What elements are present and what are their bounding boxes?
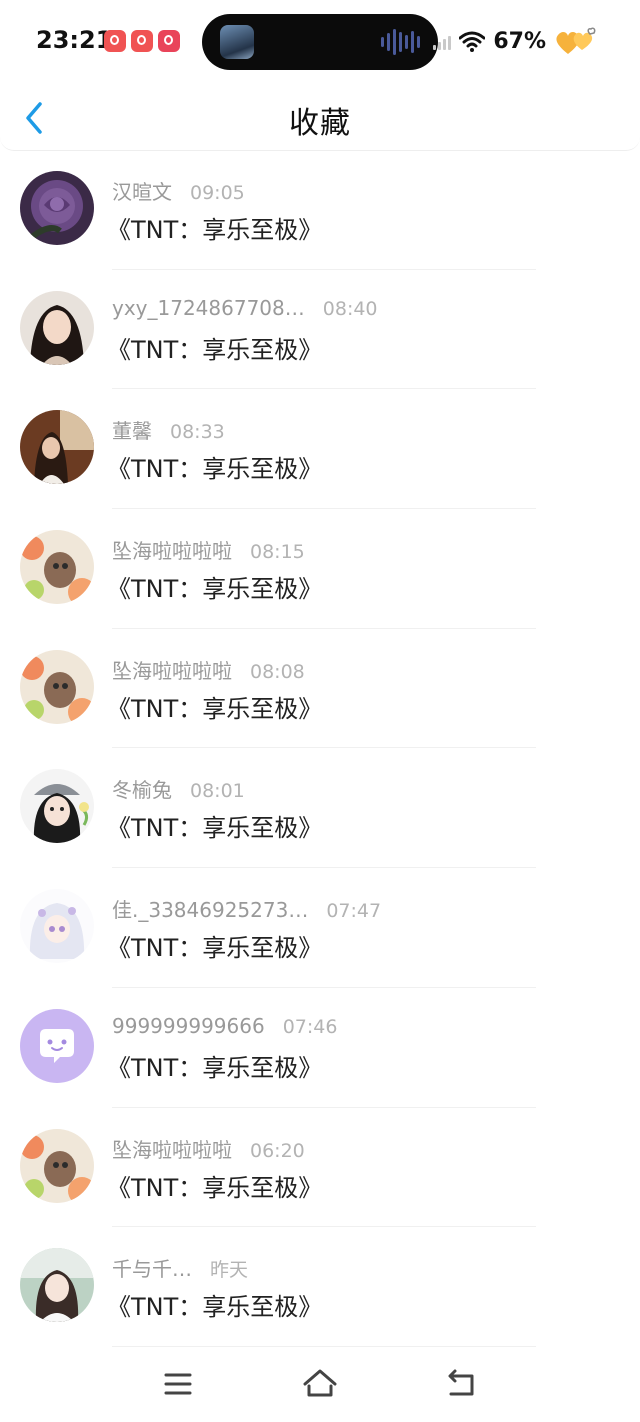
dynamic-island[interactable] — [202, 14, 438, 70]
chat-bubble-default-avatar[interactable] — [20, 1008, 94, 1083]
favorites-list: 汉暄文 09:05 《TNT：享乐至极》 yxy_1724867708… 08:40… — [0, 150, 640, 1347]
system-nav-bar — [0, 1346, 640, 1422]
status-bar: 23:21 67% — [0, 0, 640, 84]
flower-cat-avatar[interactable] — [20, 1128, 94, 1203]
item-meta: 999999999666 07:46 — [112, 1014, 337, 1038]
music-cover-icon — [220, 25, 254, 59]
timestamp: 昨天 — [210, 1259, 249, 1282]
user-name[interactable]: 999999999666 — [112, 1014, 265, 1038]
user-name[interactable]: 坠海啦啦啦啦 — [112, 659, 232, 683]
wifi-icon — [459, 31, 486, 52]
girl-indoor-avatar[interactable] — [20, 410, 94, 485]
flower-cat-avatar[interactable] — [20, 530, 94, 605]
message-text: 《TNT：享乐至极》 — [107, 575, 323, 604]
anime-girl-avatar[interactable] — [20, 769, 94, 844]
hearts-battery-icon — [556, 27, 596, 54]
message-text: 《TNT：享乐至极》 — [107, 934, 323, 963]
list-item[interactable]: 汉暄文 09:05 《TNT：享乐至极》 — [0, 150, 640, 270]
message-text: 《TNT：享乐至极》 — [107, 1293, 323, 1322]
page-title: 收藏 — [289, 106, 351, 141]
list-item[interactable]: yxy_1724867708… 08:40 《TNT：享乐至极》 — [0, 270, 640, 390]
anime-white-hair-avatar[interactable] — [20, 889, 94, 964]
timestamp: 08:01 — [190, 780, 245, 803]
timestamp: 07:47 — [326, 900, 382, 923]
girl-outdoor-avatar[interactable] — [20, 1248, 94, 1323]
user-name[interactable]: 冬榆兔 — [112, 778, 172, 802]
user-name[interactable]: 佳._33846925273… — [112, 898, 308, 922]
timestamp: 08:15 — [250, 541, 305, 564]
battery-percent: 67% — [493, 28, 546, 54]
list-item[interactable]: 999999999666 07:46 《TNT：享乐至极》 — [0, 988, 640, 1108]
item-meta: 冬榆兔 08:01 — [112, 774, 245, 803]
flower-cat-avatar[interactable] — [20, 649, 94, 724]
timestamp: 06:20 — [250, 1139, 305, 1162]
douyin-icon — [131, 30, 153, 52]
girl-portrait-avatar[interactable] — [20, 290, 94, 365]
user-name[interactable]: 坠海啦啦啦啦 — [112, 1138, 232, 1162]
timestamp: 08:33 — [170, 421, 225, 444]
message-text: 《TNT：享乐至极》 — [107, 694, 323, 723]
item-meta: 坠海啦啦啦啦 06:20 — [112, 1134, 305, 1163]
message-text: 《TNT：享乐至极》 — [107, 1173, 323, 1202]
status-indicators: 67% — [433, 26, 598, 56]
message-text: 《TNT：享乐至极》 — [107, 1053, 323, 1082]
status-time: 23:21 — [36, 26, 113, 54]
user-name[interactable]: 汉暄文 — [112, 180, 172, 204]
timestamp: 08:08 — [250, 660, 305, 683]
message-text: 《TNT：享乐至极》 — [107, 814, 323, 843]
list-item[interactable]: 佳._33846925273… 07:47 《TNT：享乐至极》 — [0, 868, 640, 988]
item-meta: 佳._33846925273… 07:47 — [112, 894, 381, 923]
item-meta: 汉暄文 09:05 — [112, 176, 245, 205]
purple-rose-avatar[interactable] — [20, 171, 94, 245]
list-item[interactable]: 冬榆兔 08:01 《TNT：享乐至极》 — [0, 748, 640, 869]
list-item[interactable]: 坠海啦啦啦啦 08:15 《TNT：享乐至极》 — [0, 509, 640, 629]
item-meta: 董馨 08:33 — [112, 415, 225, 444]
page-header: 收藏 — [0, 84, 640, 151]
timestamp: 07:46 — [282, 1015, 338, 1038]
list-item[interactable]: 坠海啦啦啦啦 08:08 《TNT：享乐至极》 — [0, 629, 640, 749]
message-text: 《TNT：享乐至极》 — [107, 216, 323, 244]
item-meta: yxy_1724867708… 08:40 — [112, 296, 378, 320]
notification-icons — [104, 30, 180, 52]
list-item[interactable]: 千与千… 昨天 《TNT：享乐至极》 — [0, 1227, 640, 1347]
timestamp: 09:05 — [190, 182, 245, 204]
user-name[interactable]: 坠海啦啦啦啦 — [112, 539, 232, 563]
message-text: 《TNT：享乐至极》 — [107, 335, 323, 364]
user-name[interactable]: yxy_1724867708… — [112, 296, 305, 320]
douyin-icon — [104, 30, 126, 52]
signal-icon — [433, 32, 452, 50]
menu-icon[interactable] — [158, 1364, 198, 1404]
list-item[interactable]: 坠海啦啦啦啦 06:20 《TNT：享乐至极》 — [0, 1108, 640, 1228]
message-text: 《TNT：享乐至极》 — [107, 455, 323, 484]
user-name[interactable]: 千与千… — [112, 1257, 192, 1281]
item-meta: 千与千… 昨天 — [112, 1253, 248, 1282]
audio-wave-icon — [381, 28, 420, 56]
home-icon[interactable] — [300, 1364, 340, 1404]
item-meta: 坠海啦啦啦啦 08:08 — [112, 655, 305, 684]
item-meta: 坠海啦啦啦啦 08:15 — [112, 535, 305, 564]
back-arrow-icon[interactable] — [442, 1364, 482, 1404]
list-item[interactable]: 董馨 08:33 《TNT：享乐至极》 — [0, 389, 640, 510]
red-app-icon — [158, 30, 180, 52]
user-name[interactable]: 董馨 — [112, 419, 152, 443]
timestamp: 08:40 — [322, 297, 378, 320]
